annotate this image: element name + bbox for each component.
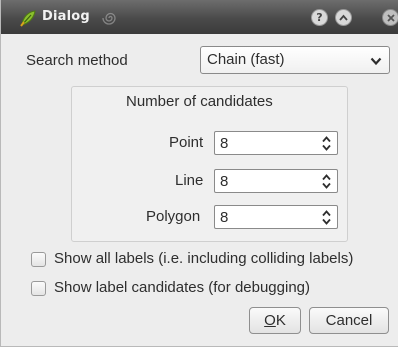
ok-label-rest: K — [275, 312, 286, 329]
search-method-label: Search method — [26, 52, 128, 69]
show-candidates-label[interactable]: Show label candidates (for debugging) — [54, 279, 310, 296]
search-method-select[interactable]: Chain (fast) — [200, 46, 390, 74]
point-spinbox[interactable]: 8 — [214, 131, 338, 155]
line-value: 8 — [220, 173, 229, 190]
polygon-label: Polygon — [146, 208, 201, 225]
cancel-button[interactable]: Cancel — [309, 307, 389, 334]
show-candidates-checkbox[interactable] — [31, 281, 46, 296]
show-all-labels-label[interactable]: Show all labels (i.e. including collidin… — [54, 250, 353, 267]
title-bar[interactable]: Dialog ? — [1, 0, 398, 34]
up-down-arrows-icon[interactable] — [322, 174, 331, 189]
point-value: 8 — [220, 135, 229, 152]
up-down-arrows-icon[interactable] — [322, 210, 331, 225]
dialog-window: Dialog ? Search method Chain (fast) Numb… — [0, 0, 398, 347]
chevron-down-icon — [370, 57, 382, 66]
polygon-spinbox[interactable]: 8 — [214, 205, 338, 229]
ok-mnemonic: O — [264, 312, 276, 329]
chevron-up-icon — [339, 14, 348, 21]
close-icon — [386, 13, 395, 22]
point-label: Point — [169, 134, 204, 151]
close-button[interactable] — [382, 9, 398, 26]
show-all-labels-checkbox[interactable] — [31, 252, 46, 267]
spiral-icon — [102, 12, 116, 25]
qgis-leaf-icon — [20, 10, 36, 27]
ok-button[interactable]: OK — [249, 307, 301, 334]
window-title: Dialog — [42, 9, 90, 24]
line-label: Line — [175, 172, 204, 189]
help-button[interactable]: ? — [311, 9, 328, 26]
up-down-arrows-icon[interactable] — [322, 136, 331, 151]
candidates-group-title: Number of candidates — [126, 93, 273, 110]
polygon-value: 8 — [220, 209, 229, 226]
search-method-value: Chain (fast) — [207, 51, 285, 68]
shade-button[interactable] — [335, 9, 352, 26]
line-spinbox[interactable]: 8 — [214, 169, 338, 193]
